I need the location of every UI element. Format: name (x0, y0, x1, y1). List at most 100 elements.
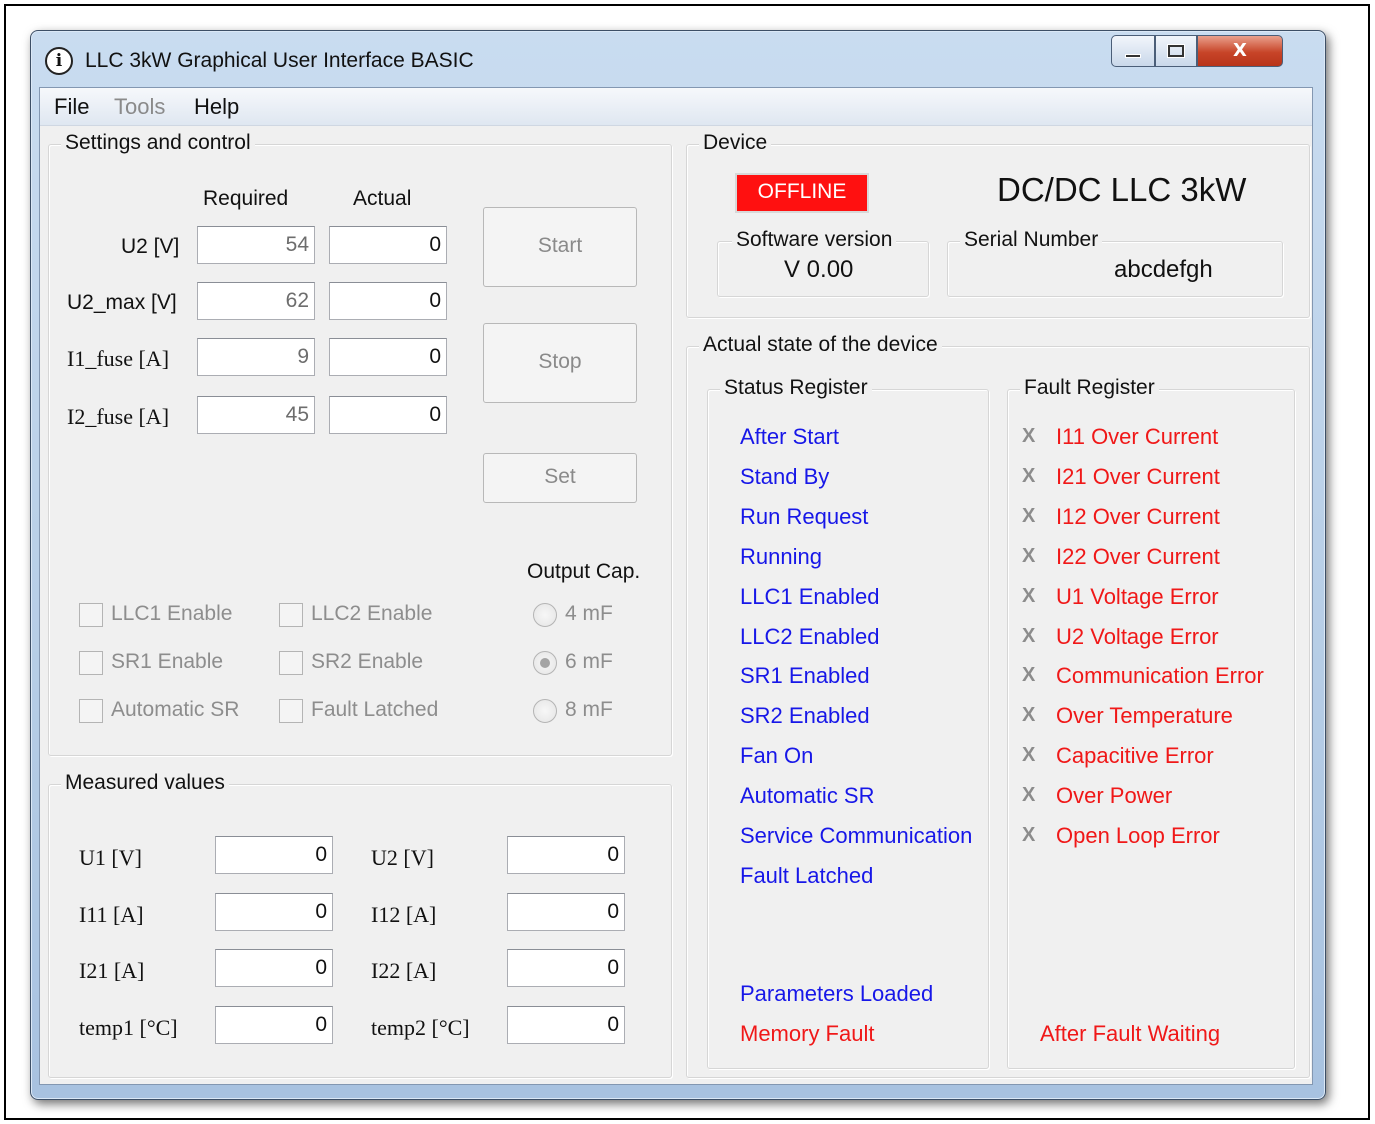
fault-i11-over-current: I11 Over Current (1056, 424, 1219, 449)
cap-6mf-label: 6 mF (565, 650, 613, 673)
cap-6mf-radio[interactable] (533, 651, 557, 675)
sr2-enable-checkbox[interactable] (279, 651, 303, 675)
status-after-start: After Start (740, 424, 840, 449)
minimize-icon (1125, 54, 1141, 58)
fault-over-temperature: Over Temperature (1056, 703, 1233, 728)
menu-help[interactable]: Help (194, 94, 239, 120)
fault-latched-label: Fault Latched (311, 698, 439, 721)
i1fuse-actual-field: 0 (329, 338, 447, 376)
cap-4mf-label: 4 mF (565, 602, 613, 625)
status-service-communication: Service Communication (740, 823, 973, 848)
sr1-enable-checkbox[interactable] (79, 651, 103, 675)
fault-u2-voltage-error: U2 Voltage Error (1056, 624, 1219, 649)
start-button[interactable]: Start (483, 207, 637, 287)
fault-x-icon: X (1022, 704, 1036, 726)
fault-x-icon: X (1022, 505, 1036, 527)
measured-label: I21 [A] (79, 958, 145, 983)
device-group: Device OFFLINE DC/DC LLC 3kW Software ve… (686, 131, 1310, 318)
status-register-group: Status Register After Start Stand By Run… (707, 376, 989, 1069)
fault-register-group: Fault Register X I11 Over Current X I21 … (1007, 376, 1295, 1069)
setting-label: U2 [V] (121, 235, 180, 258)
minimize-button[interactable] (1111, 35, 1155, 67)
settings-group-title: Settings and control (61, 131, 255, 155)
cap-4mf-radio[interactable] (533, 603, 557, 627)
maximize-button[interactable] (1155, 35, 1197, 67)
fault-i22-over-current: I22 Over Current (1056, 544, 1220, 569)
window-title: LLC 3kW Graphical User Interface BASIC (85, 49, 474, 72)
actual-header: Actual (353, 187, 412, 210)
i12-value-field: 0 (507, 893, 625, 931)
fault-register-title: Fault Register (1020, 376, 1159, 400)
i2fuse-actual-field: 0 (329, 396, 447, 434)
measured-label: I22 [A] (371, 958, 437, 983)
device-name: DC/DC LLC 3kW (997, 171, 1247, 208)
fault-i21-over-current: I21 Over Current (1056, 464, 1220, 489)
title-bar[interactable]: i LLC 3kW Graphical User Interface BASIC… (31, 31, 1325, 85)
fault-i12-over-current: I12 Over Current (1056, 504, 1220, 529)
status-memory-fault: Memory Fault (740, 1021, 875, 1046)
fault-x-icon: X (1022, 625, 1036, 647)
u2max-required-input[interactable]: 62 (197, 282, 315, 320)
measured-values-group: Measured values U1 [V] 0 I11 [A] 0 I21 [… (48, 771, 672, 1078)
offline-status-badge: OFFLINE (735, 173, 869, 213)
fault-x-icon: X (1022, 585, 1036, 607)
menu-file[interactable]: File (54, 94, 89, 120)
serial-number-label: Serial Number (960, 228, 1103, 252)
status-running: Running (740, 544, 822, 569)
fault-communication-error: Communication Error (1056, 663, 1264, 688)
settings-group: Settings and control Required Actual U2 … (48, 131, 672, 756)
measured-label: U2 [V] (371, 845, 434, 870)
stop-button[interactable]: Stop (483, 323, 637, 403)
automatic-sr-checkbox[interactable] (79, 699, 103, 723)
required-header: Required (203, 187, 289, 210)
fault-x-icon: X (1022, 784, 1036, 806)
llc2-enable-checkbox[interactable] (279, 603, 303, 627)
automatic-sr-label: Automatic SR (111, 698, 240, 721)
menu-tools[interactable]: Tools (114, 94, 165, 120)
status-fault-latched: Fault Latched (740, 863, 874, 888)
fault-u1-voltage-error: U1 Voltage Error (1056, 584, 1219, 609)
menu-bar: File Tools Help (40, 88, 1312, 126)
device-group-title: Device (699, 131, 772, 155)
u2-value-field: 0 (507, 836, 625, 874)
status-register-title: Status Register (720, 376, 872, 400)
measured-label: U1 [V] (79, 845, 142, 870)
status-stand-by: Stand By (740, 464, 830, 489)
measured-group-title: Measured values (61, 771, 229, 795)
llc1-enable-label: LLC1 Enable (111, 602, 233, 625)
setting-label: I1_fuse [A] (67, 346, 170, 371)
close-button[interactable]: X (1197, 35, 1283, 67)
i22-value-field: 0 (507, 949, 625, 987)
fault-x-icon: X (1022, 664, 1036, 686)
fault-x-icon: X (1022, 824, 1036, 846)
status-llc2-enabled: LLC2 Enabled (740, 624, 880, 649)
setting-label: U2_max [V] (67, 291, 177, 314)
fault-capacitive-error: Capacitive Error (1056, 743, 1214, 768)
app-window: i LLC 3kW Graphical User Interface BASIC… (30, 30, 1326, 1100)
setting-label: I2_fuse [A] (67, 404, 170, 429)
measured-label: I12 [A] (371, 902, 437, 927)
cap-8mf-radio[interactable] (533, 699, 557, 723)
cap-8mf-label: 8 mF (565, 698, 613, 721)
status-automatic-sr: Automatic SR (740, 783, 875, 808)
u2-required-input[interactable]: 54 (197, 226, 315, 264)
fault-x-icon: X (1022, 465, 1036, 487)
i21-value-field: 0 (215, 949, 333, 987)
status-sr1-enabled: SR1 Enabled (740, 663, 870, 688)
actual-state-group: Actual state of the device Status Regist… (686, 333, 1310, 1078)
fault-open-loop-error: Open Loop Error (1056, 823, 1220, 848)
status-sr2-enabled: SR2 Enabled (740, 703, 870, 728)
llc1-enable-checkbox[interactable] (79, 603, 103, 627)
maximize-icon (1168, 45, 1184, 57)
software-version-label: Software version (732, 228, 897, 252)
actual-state-title: Actual state of the device (699, 333, 942, 357)
set-button[interactable]: Set (483, 453, 637, 503)
sr1-enable-label: SR1 Enable (111, 650, 224, 673)
i2fuse-required-input[interactable]: 45 (197, 396, 315, 434)
software-version-box: Software version V 0.00 (717, 228, 929, 297)
i1fuse-required-input[interactable]: 9 (197, 338, 315, 376)
temp2-value-field: 0 (507, 1006, 625, 1044)
fault-latched-checkbox[interactable] (279, 699, 303, 723)
fault-x-icon: X (1022, 545, 1036, 567)
fault-x-icon: X (1022, 744, 1036, 766)
